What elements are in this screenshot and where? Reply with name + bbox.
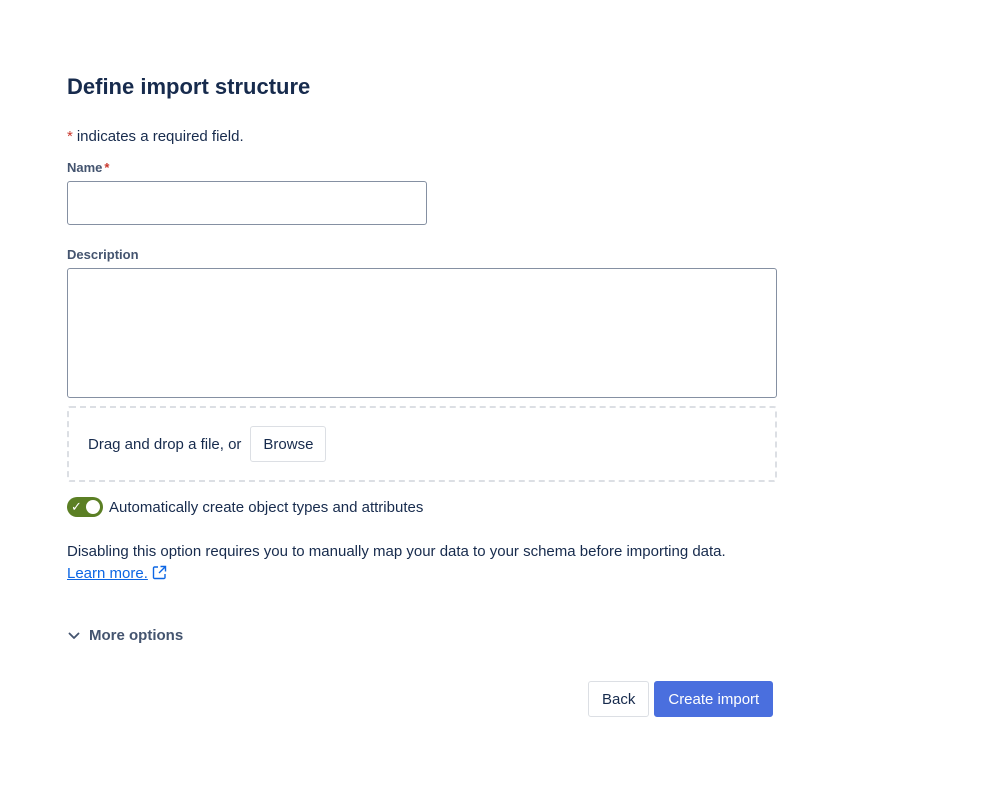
more-options-label: More options [89,627,184,644]
auto-create-label: Automatically create object types and at… [109,498,424,516]
auto-create-help: Disabling this option requires you to ma… [67,541,807,585]
external-link-icon [152,565,167,580]
create-import-button[interactable]: Create import [654,681,774,717]
toggle-knob [86,500,100,514]
name-field-label: Name * [67,160,109,176]
learn-more-link[interactable]: Learn more. [67,565,148,582]
chevron-down-icon [68,632,80,639]
form-footer: Back Create import [588,681,774,717]
define-import-page: Define import structure * indicates a req… [0,0,999,799]
name-required-mark: * [104,160,110,175]
more-options-toggle[interactable]: More options [67,627,183,644]
help-text: Disabling this option requires you to ma… [67,543,726,560]
description-textarea[interactable] [67,268,777,398]
browse-button[interactable]: Browse [250,426,327,462]
file-dropzone[interactable]: Drag and drop a file, or Browse [67,406,777,482]
page-title: Define import structure [67,74,311,99]
required-asterisk: * [67,128,73,145]
back-button[interactable]: Back [588,681,650,717]
dropzone-text: Drag and drop a file, or [88,435,242,453]
auto-create-toggle-row: ✓ Automatically create object types and … [67,497,423,517]
check-icon: ✓ [71,499,82,514]
name-input[interactable] [67,181,427,225]
name-label-text: Name [67,160,103,175]
description-field-label: Description [67,247,139,262]
learn-more-label: Learn more. [67,565,148,582]
required-field-note: * indicates a required field. [67,127,244,147]
required-note-text: indicates a required field. [76,128,244,145]
auto-create-toggle[interactable]: ✓ [67,497,103,517]
